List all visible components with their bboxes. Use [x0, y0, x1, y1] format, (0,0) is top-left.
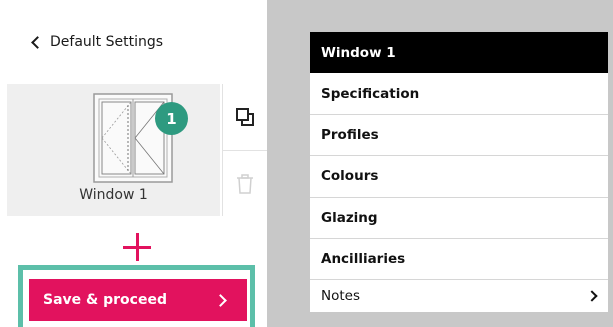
save-proceed-button[interactable]: Save & proceed	[29, 279, 247, 321]
menu-item-glazing[interactable]: Glazing	[310, 198, 608, 239]
duplicate-icon	[236, 108, 254, 126]
duplicate-button[interactable]	[223, 84, 267, 150]
menu-item-label: Colours	[321, 168, 379, 185]
window-card-label: Window 1	[79, 187, 148, 203]
left-panel: Default Settings 1 Window 1 Save & proce…	[0, 0, 267, 327]
back-link-label: Default Settings	[50, 34, 164, 50]
menu-item-colours[interactable]: Colours	[310, 156, 608, 198]
menu-item-window-1[interactable]: Window 1	[310, 32, 608, 74]
save-proceed-label: Save & proceed	[43, 292, 167, 308]
menu-item-profiles[interactable]: Profiles	[310, 115, 608, 157]
delete-button[interactable]	[223, 151, 267, 217]
menu-item-label: Profiles	[321, 126, 379, 143]
menu-item-notes[interactable]: Notes	[310, 280, 608, 312]
menu-item-label: Notes	[321, 288, 360, 305]
window-count-badge: 1	[155, 102, 188, 135]
menu-item-specification[interactable]: Specification	[310, 73, 608, 115]
trash-icon	[237, 174, 253, 194]
back-link[interactable]: Default Settings	[31, 34, 164, 50]
menu-item-label: Specification	[321, 85, 420, 102]
add-window-button[interactable]	[122, 232, 152, 262]
chevron-left-icon	[31, 36, 44, 49]
settings-menu: Window 1 Specification Profiles Colours …	[310, 32, 608, 313]
menu-item-label: Ancilliaries	[321, 251, 406, 268]
menu-item-label: Window 1	[321, 44, 396, 61]
chevron-right-icon	[214, 294, 227, 307]
chevron-right-icon	[586, 290, 598, 303]
menu-item-ancilliaries[interactable]: Ancilliaries	[310, 239, 608, 281]
menu-item-label: Glazing	[321, 209, 378, 226]
